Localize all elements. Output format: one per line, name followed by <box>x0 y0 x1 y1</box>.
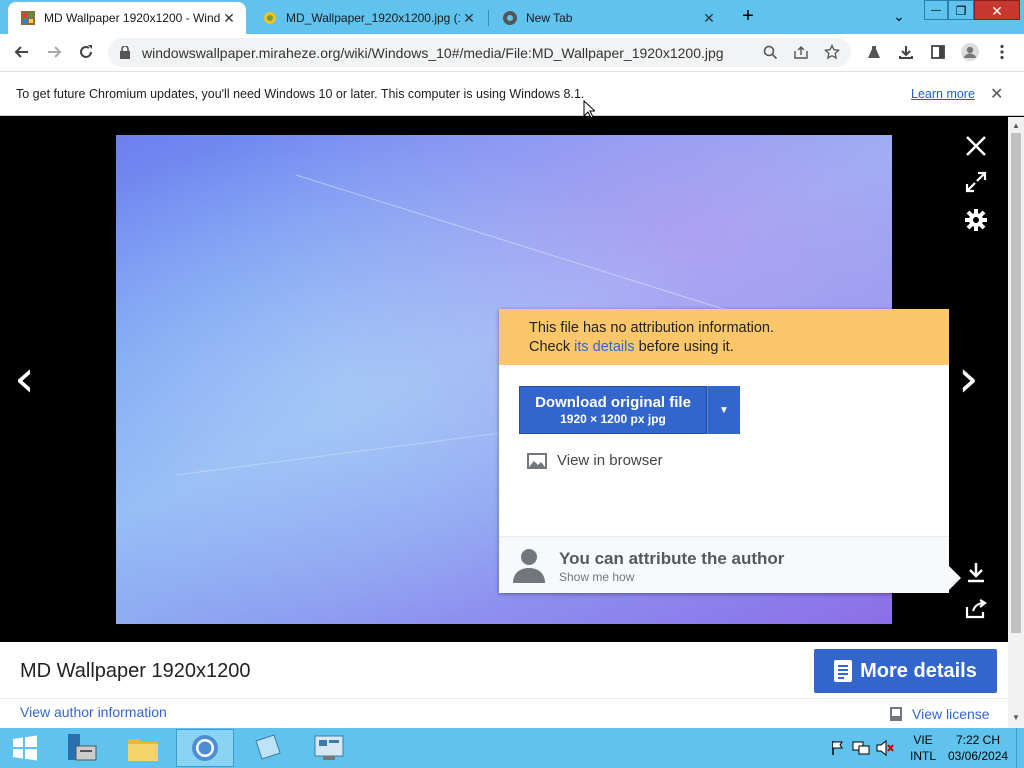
download-dropdown-icon[interactable]: ▼ <box>707 386 740 434</box>
scroll-down-icon[interactable]: ▼ <box>1012 713 1020 722</box>
scroll-up-icon[interactable]: ▲ <box>1012 121 1020 130</box>
close-viewer-icon[interactable] <box>962 132 990 160</box>
close-window-button[interactable]: ✕ <box>974 0 1020 20</box>
start-button-windows-icon[interactable] <box>0 729 50 767</box>
view-license-label: View license <box>912 706 990 722</box>
fullscreen-icon[interactable] <box>962 168 990 196</box>
address-bar[interactable]: windowswallpaper.miraheze.org/wiki/Windo… <box>108 38 851 67</box>
update-infobar: To get future Chromium updates, you'll n… <box>0 71 1024 119</box>
download-original-button[interactable]: Download original file 1920 × 1200 px jp… <box>519 386 707 434</box>
previous-image-arrow-icon[interactable]: ‹ <box>14 353 35 405</box>
divider <box>0 698 1008 699</box>
popup-pointer <box>949 566 961 590</box>
new-tab-button[interactable]: + <box>738 6 758 26</box>
share-icon[interactable] <box>793 45 809 60</box>
tab-separator <box>488 10 489 26</box>
infobar-close-icon[interactable]: ✕ <box>990 84 1003 104</box>
warning-check-text: Check <box>529 339 575 355</box>
share-panel-icon[interactable] <box>962 595 990 623</box>
network-icon[interactable] <box>852 740 870 759</box>
restore-button[interactable]: ❐ <box>948 0 974 20</box>
chromium-taskbar-icon[interactable] <box>176 729 234 767</box>
url-text: windowswallpaper.miraheze.org/wiki/Windo… <box>142 45 724 61</box>
tab-search-chevron-icon[interactable]: ⌄ <box>888 6 910 26</box>
attribute-author-section[interactable]: You can attribute the author Show me how <box>499 536 949 593</box>
side-panel-icon[interactable] <box>926 40 950 64</box>
its-details-link[interactable]: its details <box>574 339 634 355</box>
keyboard-layout: INTL <box>910 749 937 763</box>
view-in-browser-label: View in browser <box>557 452 663 469</box>
more-details-button[interactable]: More details <box>814 649 997 693</box>
view-license-link[interactable]: View license <box>890 706 990 722</box>
next-image-arrow-icon[interactable]: › <box>958 353 979 405</box>
clock-date: 03/06/2024 <box>948 749 1009 763</box>
show-desktop-button[interactable] <box>1016 728 1024 768</box>
file-title: MD Wallpaper 1920x1200 <box>20 660 251 682</box>
forward-icon[interactable] <box>42 40 66 64</box>
tab-close-icon[interactable]: ✕ <box>460 9 478 27</box>
tab-close-icon[interactable]: ✕ <box>700 9 718 27</box>
tab-md-wallpaper[interactable]: MD Wallpaper 1920x1200 - Windows ✕ <box>8 2 246 34</box>
show-me-how-link[interactable]: Show me how <box>559 570 634 584</box>
tab-new-tab[interactable]: New Tab ✕ <box>490 2 726 34</box>
browser-toolbar: windowswallpaper.miraheze.org/wiki/Windo… <box>0 34 1024 71</box>
file-explorer-icon[interactable] <box>114 729 172 767</box>
chromium-icon <box>503 11 517 25</box>
clock-time: 7:22 CH <box>955 733 1001 747</box>
warning-line-2: Check its details before using it. <box>529 338 919 357</box>
tab-jpg[interactable]: MD_Wallpaper_1920x1200.jpg (1 ✕ <box>250 2 486 34</box>
download-panel-icon[interactable] <box>962 558 990 586</box>
download-popup: This file has no attribution information… <box>499 309 949 593</box>
document-icon <box>834 660 853 682</box>
attribute-title: You can attribute the author <box>559 549 785 568</box>
minimize-button[interactable]: — <box>924 0 948 20</box>
download-size-label: 1920 × 1200 px jpg <box>560 412 666 426</box>
reload-icon[interactable] <box>74 40 98 64</box>
download-icon[interactable] <box>894 40 918 64</box>
tab-strip: MD Wallpaper 1920x1200 - Windows ✕ MD_Wa… <box>0 0 1024 34</box>
clock[interactable]: 7:22 CH 03/06/2024 <box>948 732 1008 764</box>
windows-taskbar: VIE INTL 7:22 CH 03/06/2024 <box>0 728 1024 768</box>
settings-gear-icon[interactable] <box>962 206 990 234</box>
scroll-thumb[interactable] <box>1011 133 1021 633</box>
warning-rest-text: before using it. <box>634 339 734 355</box>
menu-kebab-icon[interactable] <box>990 40 1014 64</box>
more-details-label: More details <box>860 659 977 682</box>
language-code: VIE <box>913 733 933 747</box>
action-center-flag-icon[interactable] <box>830 740 846 759</box>
infobar-message: To get future Chromium updates, you'll n… <box>16 87 585 101</box>
page-scrollbar[interactable]: ▲ ▼ <box>1008 117 1024 728</box>
download-label: Download original file <box>535 394 691 411</box>
tab-title: MD Wallpaper 1920x1200 - Windows <box>44 11 220 25</box>
user-avatar-icon <box>513 549 545 583</box>
control-panel-icon[interactable] <box>300 729 358 767</box>
image-icon <box>527 452 547 469</box>
tab-title: New Tab <box>526 11 573 25</box>
file-info-bar: MD Wallpaper 1920x1200 More details View… <box>0 642 1008 728</box>
view-in-browser-link[interactable]: View in browser <box>527 452 663 469</box>
notepad-icon[interactable] <box>238 729 296 767</box>
search-icon[interactable] <box>763 45 778 60</box>
lock-icon <box>120 46 130 59</box>
tab-close-icon[interactable]: ✕ <box>220 9 238 27</box>
profile-avatar-icon[interactable] <box>958 40 982 64</box>
license-icon <box>890 707 902 721</box>
tab-title: MD_Wallpaper_1920x1200.jpg (1 <box>286 11 460 25</box>
learn-more-link[interactable]: Learn more <box>911 87 975 101</box>
view-author-information-link[interactable]: View author information <box>20 704 167 720</box>
file-favicon-icon <box>264 12 276 24</box>
bookmark-star-icon[interactable] <box>824 44 840 60</box>
volume-muted-icon[interactable] <box>876 739 894 759</box>
wiki-favicon-icon <box>21 11 35 25</box>
extensions-icon[interactable] <box>862 40 886 64</box>
input-language-indicator[interactable]: VIE INTL <box>910 732 936 764</box>
server-manager-icon[interactable] <box>52 729 110 767</box>
back-icon[interactable] <box>10 40 34 64</box>
attribution-warning: This file has no attribution information… <box>499 309 949 365</box>
warning-line-1: This file has no attribution information… <box>529 320 775 336</box>
